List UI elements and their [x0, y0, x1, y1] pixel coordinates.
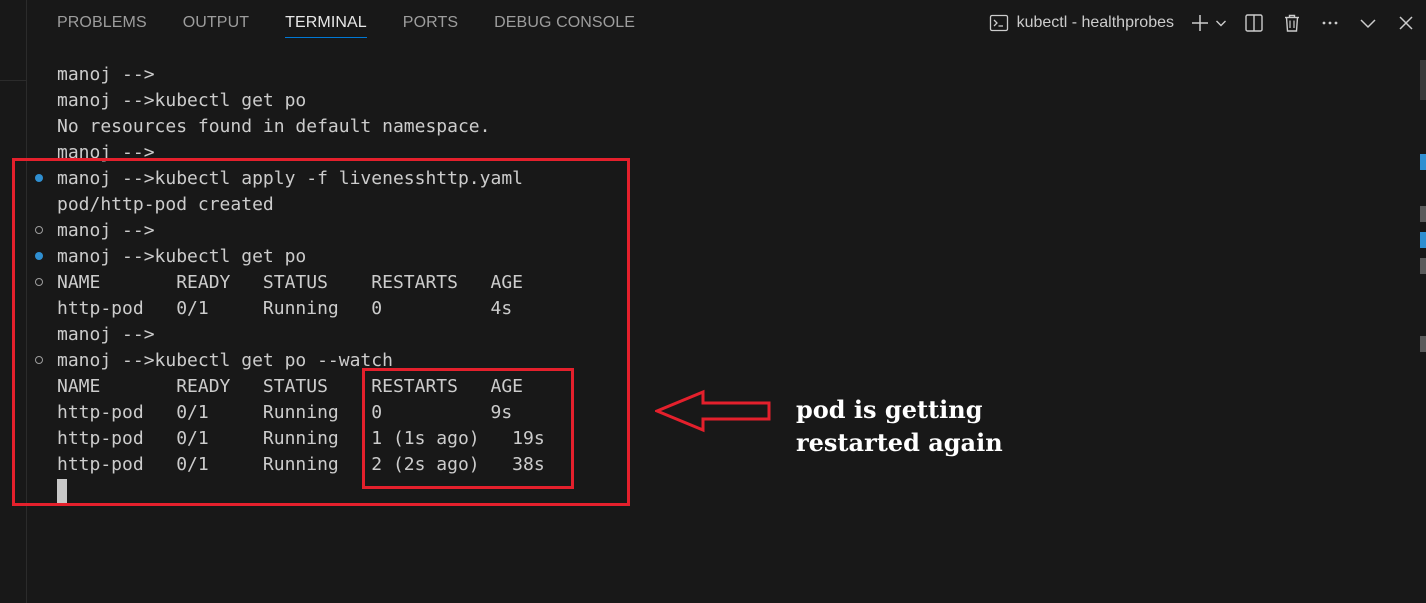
tab-ports[interactable]: PORTS — [403, 0, 458, 46]
trash-icon — [1285, 14, 1299, 32]
terminal-line-text: No resources found in default namespace. — [57, 116, 491, 137]
tab-terminal[interactable]: TERMINAL — [285, 0, 367, 46]
chevron-up-icon — [1360, 19, 1376, 29]
plus-icon — [1192, 15, 1208, 31]
scrollbar-thumb[interactable] — [1420, 60, 1426, 100]
more-actions-button[interactable] — [1318, 11, 1342, 35]
terminal-line-text: manoj --> — [57, 64, 155, 85]
terminal-icon — [989, 14, 1008, 32]
terminal-selector[interactable]: kubectl - healthprobes — [989, 13, 1174, 33]
terminal-line: manoj --> — [57, 62, 545, 88]
maximize-panel-button[interactable] — [1356, 11, 1380, 35]
annotation-line-1: pod is getting — [796, 395, 983, 424]
highlight-box-restarts — [362, 368, 574, 489]
terminal-line: No resources found in default namespace. — [57, 114, 545, 140]
scroll-marker — [1420, 336, 1426, 352]
split-terminal-icon — [1245, 14, 1263, 32]
split-terminal-button[interactable] — [1242, 11, 1266, 35]
terminal-line-text: manoj -->kubectl get po — [57, 90, 307, 111]
chevron-down-icon — [1216, 20, 1226, 27]
terminal-name: kubectl - healthprobes — [1016, 14, 1174, 31]
close-icon — [1399, 16, 1413, 30]
new-terminal-button[interactable] — [1188, 11, 1212, 35]
tab-problems[interactable]: PROBLEMS — [57, 0, 147, 46]
scroll-marker — [1420, 258, 1426, 274]
terminal-scrollbar[interactable] — [1418, 46, 1426, 603]
scroll-marker — [1420, 154, 1426, 170]
scroll-marker — [1420, 206, 1426, 222]
launch-profile-button[interactable] — [1214, 11, 1228, 35]
annotation-line-2: restarted again — [796, 428, 1003, 457]
divider — [0, 80, 26, 81]
tab-output[interactable]: OUTPUT — [183, 0, 249, 46]
annotation-text: pod is getting restarted again — [796, 393, 1003, 459]
tab-debug-console[interactable]: DEBUG CONSOLE — [494, 0, 635, 46]
panel-actions: kubectl - healthprobes — [989, 0, 1426, 46]
more-icon — [1322, 21, 1338, 25]
scroll-marker — [1420, 232, 1426, 248]
kill-terminal-button[interactable] — [1280, 11, 1304, 35]
close-panel-button[interactable] — [1394, 11, 1418, 35]
terminal-line: manoj -->kubectl get po — [57, 88, 545, 114]
annotation-arrow-icon — [655, 389, 771, 433]
panel-tabs: PROBLEMS OUTPUT TERMINAL PORTS DEBUG CON… — [57, 0, 671, 46]
